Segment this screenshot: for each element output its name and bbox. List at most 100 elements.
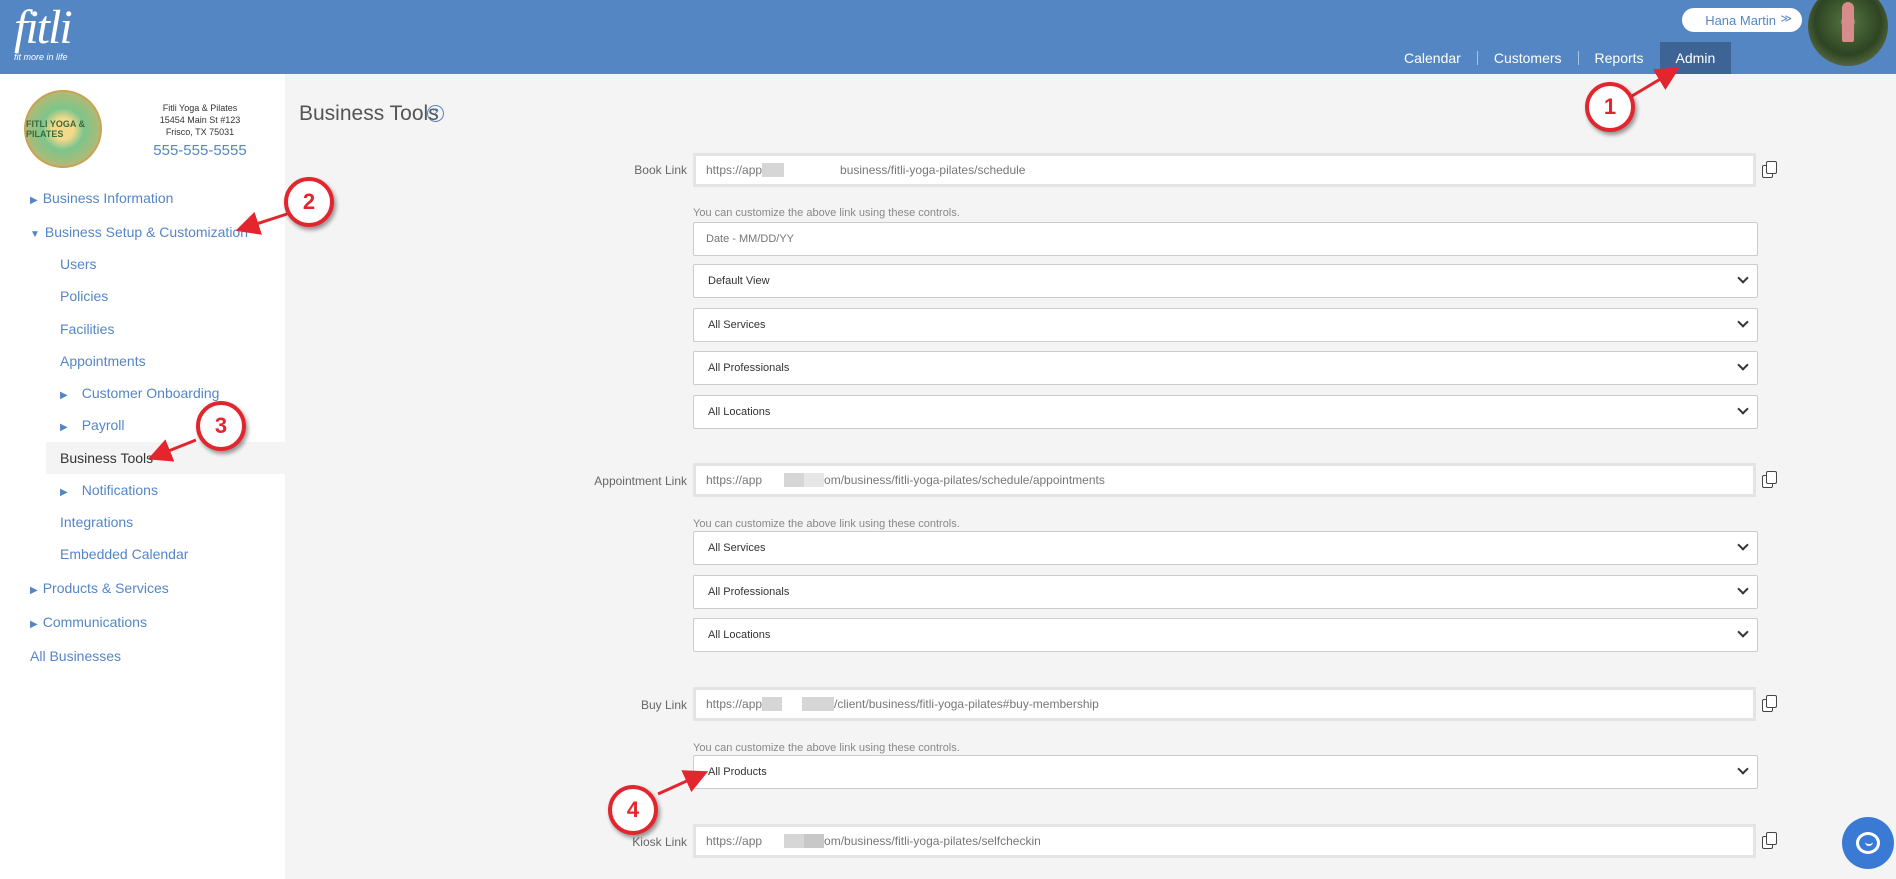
sidebar-item-embedded-calendar[interactable]: Embedded Calendar <box>60 546 188 562</box>
buy-link-field[interactable]: https://app /client/business/fitli-yoga-… <box>693 687 1756 721</box>
logo-tagline: fit more in life <box>14 52 68 62</box>
customize-hint: You can customize the above link using t… <box>693 207 960 219</box>
select-value: All Professionals <box>708 586 790 598</box>
buy-link-label: Buy Link <box>640 698 687 712</box>
select-value: All Services <box>708 319 766 331</box>
annotation-badge-2: 2 <box>284 177 334 227</box>
caret-right-icon: ▶ <box>60 390 68 401</box>
copy-icon[interactable] <box>1762 471 1778 489</box>
kiosk-link-field[interactable]: https://app om/business/fitli-yoga-pilat… <box>693 824 1756 858</box>
customize-hint: You can customize the above link using t… <box>693 742 960 754</box>
date-input[interactable] <box>693 222 1758 256</box>
customize-hint: You can customize the above link using t… <box>693 518 960 530</box>
book-link-url-start: https://app <box>706 163 763 177</box>
sidebar-item-label: Communications <box>42 614 147 630</box>
redacted-block <box>804 834 825 848</box>
view-select[interactable]: Default View <box>693 264 1758 298</box>
sidebar-item-payroll[interactable]: ▶ Payroll <box>60 417 125 433</box>
caret-right-icon: ▶ <box>30 585 38 596</box>
annotation-arrow-1 <box>1631 67 1680 98</box>
sidebar-item-label: Business Setup & Customization <box>44 224 249 240</box>
redacted-block <box>784 834 805 848</box>
help-icon[interactable]: ? <box>427 105 444 122</box>
caret-down-icon: ▼ <box>30 229 40 240</box>
caret-right-icon: ▶ <box>30 619 38 630</box>
chevron-down-icon <box>1737 272 1749 284</box>
business-name: Fitli Yoga & Pilates <box>162 103 238 113</box>
chevron-down-icon <box>1737 626 1749 638</box>
sidebar-item-products-services[interactable]: ▶ Products & Services <box>30 580 169 596</box>
caret-right-icon: ▶ <box>30 195 38 206</box>
book-professionals-select[interactable]: All Professionals <box>693 351 1758 385</box>
select-value: All Locations <box>708 406 771 418</box>
business-address-line2: Frisco, TX 75031 <box>165 127 235 137</box>
appointment-services-select[interactable]: All Services <box>693 531 1758 565</box>
nav-calendar[interactable]: Calendar <box>1388 42 1477 74</box>
sidebar-item-business-information[interactable]: ▶ Business Information <box>30 190 173 206</box>
buy-link-url-end: /client/business/fitli-yoga-pilates#buy-… <box>834 697 1099 711</box>
sidebar-item-all-businesses[interactable]: All Businesses <box>30 648 121 664</box>
business-info: Fitli Yoga & Pilates 15454 Main St #123 … <box>140 102 260 159</box>
business-phone[interactable]: 555-555-5555 <box>140 142 260 159</box>
select-value: All Professionals <box>708 362 790 374</box>
nav-admin[interactable]: Admin <box>1659 42 1732 74</box>
sidebar-item-notifications[interactable]: ▶ Notifications <box>60 482 158 498</box>
sidebar-item-business-setup[interactable]: ▼ Business Setup & Customization <box>30 224 248 240</box>
copy-icon[interactable] <box>1762 161 1778 179</box>
sidebar-item-communications[interactable]: ▶ Communications <box>30 614 147 630</box>
redacted-block <box>802 697 835 711</box>
fitli-logo[interactable]: fitli <box>14 4 73 52</box>
sidebar-item-integrations[interactable]: Integrations <box>60 514 133 530</box>
kiosk-link-label: Kiosk Link <box>632 835 687 849</box>
main-nav: Calendar Customers Reports Admin <box>1388 42 1732 74</box>
book-services-select[interactable]: All Services <box>693 308 1758 342</box>
chevron-down-icon: ≫ <box>1780 13 1792 25</box>
sidebar-item-label: Business Information <box>42 190 174 206</box>
chevron-down-icon <box>1737 403 1749 415</box>
annotation-badge-3: 3 <box>196 401 246 451</box>
sidebar-item-label: Notifications <box>81 482 158 498</box>
chat-button[interactable] <box>1842 817 1894 869</box>
appointment-locations-select[interactable]: All Locations <box>693 618 1758 652</box>
business-logo: FITLI YOGA & PILATES <box>24 90 102 168</box>
kiosk-link-url-end: om/business/fitli-yoga-pilates/selfcheck… <box>824 834 1041 848</box>
sidebar-item-label: Payroll <box>81 417 125 433</box>
kiosk-link-url-start: https://app <box>706 834 763 848</box>
avatar[interactable] <box>1808 0 1888 66</box>
sidebar-item-facilities[interactable]: Facilities <box>60 321 114 337</box>
redacted-block <box>804 473 825 487</box>
select-value: All Locations <box>708 629 771 641</box>
user-menu-button[interactable]: Hana Martin ≫ <box>1682 8 1802 32</box>
sidebar-item-policies[interactable]: Policies <box>60 288 108 304</box>
nav-customers[interactable]: Customers <box>1478 42 1578 74</box>
book-locations-select[interactable]: All Locations <box>693 395 1758 429</box>
select-value: All Services <box>708 542 766 554</box>
page-title: Business Tools <box>299 102 439 125</box>
appointment-link-url-start: https://app <box>706 473 763 487</box>
chevron-down-icon <box>1737 316 1749 328</box>
user-name: Hana Martin <box>1705 12 1776 28</box>
appointment-professionals-select[interactable]: All Professionals <box>693 575 1758 609</box>
sidebar-item-business-tools[interactable]: Business Tools <box>46 442 285 474</box>
sidebar-item-users[interactable]: Users <box>60 256 97 272</box>
top-header: fitli fit more in life Hana Martin ≫ Cal… <box>0 0 1896 74</box>
copy-icon[interactable] <box>1762 695 1778 713</box>
chevron-down-icon <box>1737 583 1749 595</box>
annotation-badge-4: 4 <box>608 785 658 835</box>
sidebar-item-label: Customer Onboarding <box>81 385 220 401</box>
chevron-down-icon <box>1737 359 1749 371</box>
annotation-badge-1: 1 <box>1585 82 1635 132</box>
nav-reports[interactable]: Reports <box>1579 42 1660 74</box>
chevron-down-icon <box>1737 763 1749 775</box>
sidebar-item-customer-onboarding[interactable]: ▶ Customer Onboarding <box>60 385 219 401</box>
products-select[interactable]: All Products <box>693 755 1758 789</box>
copy-icon[interactable] <box>1762 832 1778 850</box>
business-address-line1: 15454 Main St #123 <box>159 115 241 125</box>
appointment-link-field[interactable]: https://app om/business/fitli-yoga-pilat… <box>693 463 1756 497</box>
book-link-field[interactable]: https://app business/fitli-yoga-pilates/… <box>693 153 1756 187</box>
sidebar-item-appointments[interactable]: Appointments <box>60 353 146 369</box>
redacted-block <box>784 473 805 487</box>
chevron-down-icon <box>1737 539 1749 551</box>
select-value: Default View <box>708 275 770 287</box>
avatar-figure <box>1842 2 1854 42</box>
